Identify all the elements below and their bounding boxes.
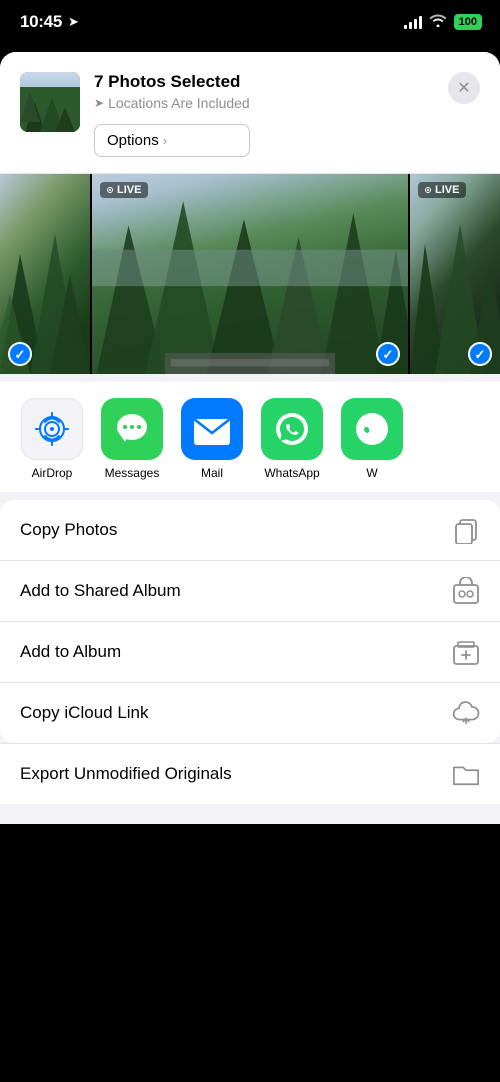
status-time: 10:45 bbox=[20, 12, 62, 32]
more-icon-wrapper bbox=[341, 398, 403, 460]
live-text-2: LIVE bbox=[117, 184, 141, 196]
share-sheet: 7 Photos Selected ➤ Locations Are Includ… bbox=[0, 52, 500, 824]
close-button[interactable]: ✕ bbox=[448, 72, 480, 104]
photo-item-1: ✓ bbox=[0, 174, 90, 374]
photo-check-3: ✓ bbox=[468, 342, 492, 366]
share-header: 7 Photos Selected ➤ Locations Are Includ… bbox=[0, 52, 500, 174]
whatsapp-label: WhatsApp bbox=[264, 466, 319, 480]
signal-bar-3 bbox=[414, 19, 417, 29]
options-chevron-icon: › bbox=[163, 133, 167, 148]
share-icon-mail[interactable]: Mail bbox=[176, 398, 248, 480]
photo-check-1: ✓ bbox=[8, 342, 32, 366]
add-shared-album-label: Add to Shared Album bbox=[20, 581, 181, 601]
action-copy-icloud[interactable]: Copy iCloud Link bbox=[0, 683, 500, 743]
album-icon bbox=[452, 638, 480, 666]
share-icon-airdrop[interactable]: AirDrop bbox=[16, 398, 88, 480]
export-originals-label: Export Unmodified Originals bbox=[20, 764, 232, 784]
header-left: 7 Photos Selected ➤ Locations Are Includ… bbox=[20, 72, 250, 157]
airdrop-svg bbox=[31, 408, 73, 450]
action-add-shared-album[interactable]: Add to Shared Album bbox=[0, 561, 500, 622]
photo-item-3: LIVE ✓ bbox=[410, 174, 500, 374]
wifi-icon bbox=[429, 13, 447, 31]
live-badge-3: LIVE bbox=[418, 182, 466, 198]
photo-item-2: LIVE ✓ bbox=[92, 174, 408, 374]
share-icon-more[interactable]: W bbox=[336, 398, 408, 480]
status-bar: 10:45 ➤ 100 bbox=[0, 0, 500, 44]
messages-label: Messages bbox=[105, 466, 160, 480]
share-icon-whatsapp[interactable]: WhatsApp bbox=[256, 398, 328, 480]
action-copy-photos[interactable]: Copy Photos bbox=[0, 500, 500, 561]
photo-count-title: 7 Photos Selected bbox=[94, 72, 250, 92]
airdrop-icon-wrapper bbox=[21, 398, 83, 460]
mail-label: Mail bbox=[201, 466, 223, 480]
location-text: Locations Are Included bbox=[108, 95, 250, 111]
cloud-icon bbox=[452, 699, 480, 727]
copy-icloud-label: Copy iCloud Link bbox=[20, 703, 149, 723]
options-button[interactable]: Options › bbox=[94, 124, 250, 157]
mail-icon-wrapper bbox=[181, 398, 243, 460]
more-svg bbox=[353, 410, 391, 448]
live-badge-2: LIVE bbox=[100, 182, 148, 198]
photos-strip: ✓ bbox=[0, 174, 500, 374]
mail-svg bbox=[192, 413, 232, 445]
shared-album-icon bbox=[452, 577, 480, 605]
action-list: Copy Photos Add to Shared Album Add bbox=[0, 500, 500, 743]
options-label: Options bbox=[107, 132, 159, 149]
location-icon: ➤ bbox=[68, 14, 79, 30]
messages-icon-wrapper bbox=[101, 398, 163, 460]
copy-photos-label: Copy Photos bbox=[20, 520, 117, 540]
action-add-album[interactable]: Add to Album bbox=[0, 622, 500, 683]
whatsapp-icon-wrapper bbox=[261, 398, 323, 460]
whatsapp-svg bbox=[272, 409, 312, 449]
photo-check-2: ✓ bbox=[376, 342, 400, 366]
share-icon-messages[interactable]: Messages bbox=[96, 398, 168, 480]
add-album-label: Add to Album bbox=[20, 642, 121, 662]
status-right: 100 bbox=[404, 13, 482, 31]
battery-indicator: 100 bbox=[454, 14, 482, 30]
more-label: W bbox=[366, 466, 377, 480]
status-left: 10:45 ➤ bbox=[20, 12, 79, 32]
live-text-3: LIVE bbox=[435, 184, 459, 196]
action-export-originals[interactable]: Export Unmodified Originals bbox=[0, 743, 500, 804]
location-subtitle: ➤ Locations Are Included bbox=[94, 95, 250, 111]
photo-thumbnail bbox=[20, 72, 80, 132]
folder-icon bbox=[452, 760, 480, 788]
messages-svg bbox=[113, 410, 151, 448]
copy-icon bbox=[452, 516, 480, 544]
location-arrow-icon: ➤ bbox=[94, 96, 104, 110]
bottom-spacer bbox=[0, 804, 500, 824]
airdrop-label: AirDrop bbox=[32, 466, 73, 480]
signal-bar-1 bbox=[404, 25, 407, 29]
signal-bars bbox=[404, 15, 422, 29]
signal-bar-2 bbox=[409, 22, 412, 29]
header-info: 7 Photos Selected ➤ Locations Are Includ… bbox=[94, 72, 250, 157]
signal-bar-4 bbox=[419, 16, 422, 29]
share-icons-section: AirDrop Messages bbox=[0, 382, 500, 492]
share-icons-scroll: AirDrop Messages bbox=[0, 398, 500, 480]
